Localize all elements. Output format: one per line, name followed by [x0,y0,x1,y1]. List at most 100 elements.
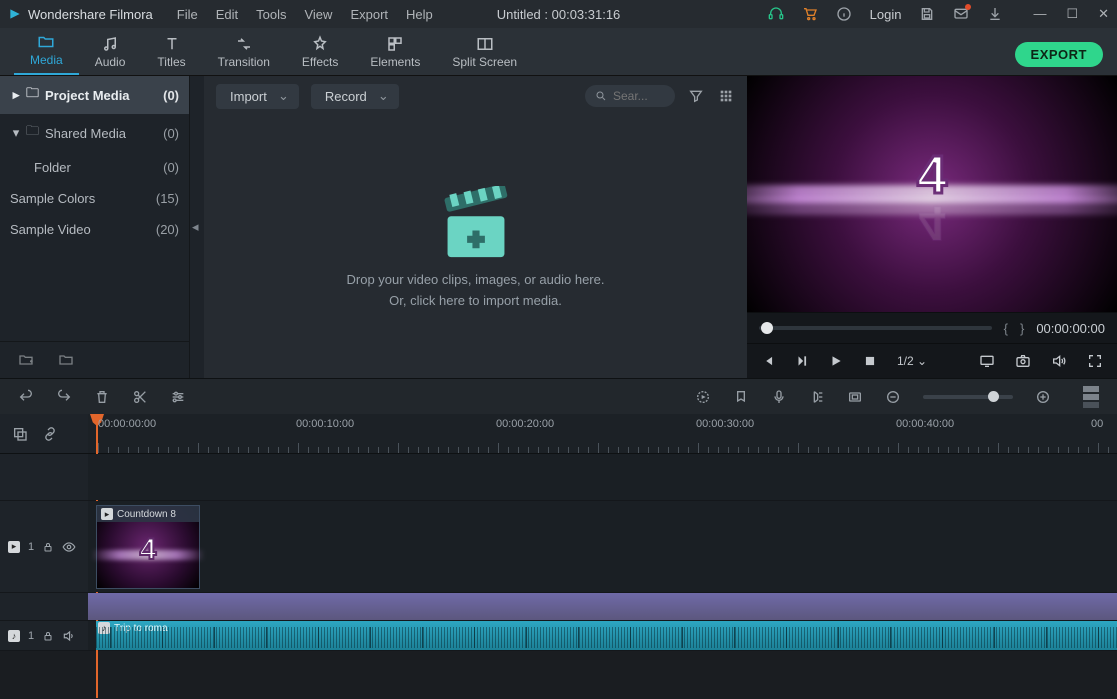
render-icon[interactable] [695,389,711,405]
marker-icon[interactable] [733,389,749,405]
tab-transition[interactable]: Transition [202,31,286,75]
cart-icon[interactable] [802,6,818,22]
preview-countdown-reflection: 4 [919,195,946,250]
text-icon [163,35,181,53]
sidebar-count-shared: (0) [163,126,179,141]
zoom-out-icon[interactable] [885,389,901,405]
zoom-slider[interactable] [923,395,1013,399]
mark-out-button[interactable]: } [1020,321,1024,336]
menu-view[interactable]: View [304,7,332,22]
sidebar-item-sample-colors[interactable]: Sample Colors (15) [0,183,189,214]
undo-icon[interactable] [18,389,34,405]
search-input[interactable] [613,89,669,103]
filter-icon[interactable] [687,87,705,105]
menu-file[interactable]: File [177,7,198,22]
folder-icon: 🗀 [26,122,39,144]
lock-icon[interactable] [42,541,54,553]
track-lane-empty[interactable] [88,454,1117,500]
track-overlay [0,593,1117,621]
lock-icon[interactable] [42,630,54,642]
timeline-ruler-controls [0,414,88,453]
sidebar-item-project-media[interactable]: ▸ 🗀 Project Media (0) [0,76,189,114]
menu-edit[interactable]: Edit [216,7,238,22]
track-manage-icon[interactable] [12,426,28,442]
maximize-button[interactable]: ☐ [1066,6,1078,22]
brand-logo-icon [8,7,22,21]
crop-icon[interactable] [847,389,863,405]
tool-tabs: Media Audio Titles Transition Effects El… [0,28,1117,76]
new-folder-icon[interactable] [18,352,34,368]
audio-mixer-icon[interactable] [809,389,825,405]
snapshot-icon[interactable] [1015,353,1031,369]
sidebar-item-folder[interactable]: Folder (0) [0,152,189,183]
track-lane-video[interactable]: ▸Countdown 8 4 [88,501,1117,592]
folder-icon[interactable] [58,352,74,368]
splitter-handle[interactable]: ◂ [190,76,204,378]
stop-icon[interactable] [863,354,877,368]
headset-icon[interactable] [768,6,784,22]
clapperboard-icon [431,186,521,266]
scrub-handle[interactable] [761,322,773,334]
grip-icon: ◂ [192,219,199,235]
timeline-ruler[interactable]: 00:00:00:0000:00:10:0000:00:20:0000:00:3… [88,414,1117,453]
tab-elements[interactable]: Elements [354,31,436,75]
minimize-button[interactable]: — [1033,6,1046,22]
media-drop-zone[interactable]: Drop your video clips, images, or audio … [204,116,747,378]
tab-titles[interactable]: Titles [141,31,201,75]
link-icon[interactable] [42,426,58,442]
ruler-label: 00:00:00:00 [98,418,156,430]
record-dropdown[interactable]: Record [311,84,399,109]
redo-icon[interactable] [56,389,72,405]
fullscreen-icon[interactable] [1087,353,1103,369]
close-button[interactable]: ✕ [1098,6,1109,22]
info-icon[interactable] [836,6,852,22]
scrub-track[interactable] [759,326,992,330]
split-clip-icon[interactable] [132,389,148,405]
menu-help[interactable]: Help [406,7,433,22]
track-empty-1 [0,454,1117,501]
zoom-in-icon[interactable] [1035,389,1051,405]
tab-media[interactable]: Media [14,29,79,75]
display-icon[interactable] [979,353,995,369]
import-dropdown[interactable]: Import [216,84,299,109]
sidebar-item-sample-video[interactable]: Sample Video (20) [0,214,189,245]
timeline-ruler-row: 00:00:00:0000:00:10:0000:00:20:0000:00:3… [0,414,1117,454]
tab-effects[interactable]: Effects [286,31,354,75]
play-icon[interactable] [829,354,843,368]
window-controls: — ☐ ✕ [1033,6,1109,22]
clip-countdown[interactable]: ▸Countdown 8 4 [96,505,200,589]
menu-tools[interactable]: Tools [256,7,286,22]
play-pause-icon[interactable] [795,354,809,368]
clip-audio[interactable]: ♪Trip to roma [96,621,1117,650]
step-back-icon[interactable] [761,354,775,368]
volume-icon[interactable] [1051,353,1067,369]
export-button[interactable]: EXPORT [1015,42,1103,67]
save-icon[interactable] [919,6,935,22]
media-panel: Import Record Drop your video clips, ima… [204,76,747,378]
preview-controls: 1/2 ⌄ [747,344,1117,378]
timeline: 00:00:00:0000:00:10:0000:00:20:0000:00:3… [0,414,1117,651]
sidebar-item-shared-media[interactable]: ▾ 🗀 Shared Media (0) [0,114,189,152]
visibility-icon[interactable] [62,540,76,554]
split-icon [476,35,494,53]
zoom-slider-handle[interactable] [988,391,999,402]
settings-sliders-icon[interactable] [170,389,186,405]
preview-zoom-level[interactable]: 1/2 ⌄ [897,354,927,368]
mark-in-button[interactable]: { [1004,321,1008,336]
grid-view-icon[interactable] [717,87,735,105]
tab-split-screen[interactable]: Split Screen [436,31,533,75]
preview-viewport[interactable]: 4 4 [747,76,1117,312]
download-icon[interactable] [987,6,1003,22]
login-link[interactable]: Login [870,7,902,22]
delete-icon[interactable] [94,389,110,405]
tab-audio[interactable]: Audio [79,31,142,75]
track-lane-overlay[interactable] [88,593,1117,620]
search-box[interactable] [585,85,675,107]
track-gutter-video: ▸ 1 [0,501,88,592]
menu-export[interactable]: Export [350,7,388,22]
voiceover-icon[interactable] [771,389,787,405]
track-gutter-audio: ♪ 1 [0,621,88,650]
track-lane-audio[interactable]: ♪Trip to roma [88,621,1117,650]
mute-icon[interactable] [62,629,76,643]
message-icon[interactable] [953,6,969,22]
